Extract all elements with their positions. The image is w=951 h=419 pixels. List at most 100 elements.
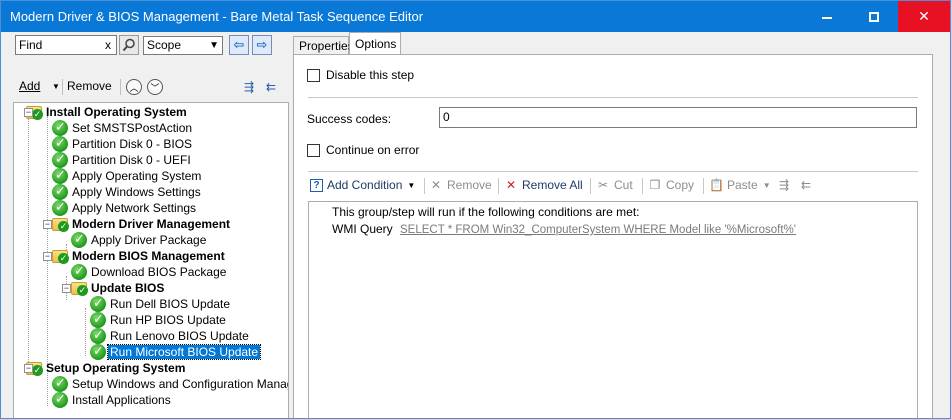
remove-all-label: Remove All	[522, 178, 583, 192]
collapse-all-button[interactable]: ⇇	[262, 78, 280, 96]
condition-query-link[interactable]: SELECT * FROM Win32_ComputerSystem WHERE…	[400, 224, 796, 236]
tree-node-label: Apply Windows Settings	[72, 185, 201, 199]
check-circle-icon	[52, 391, 68, 408]
move-down-button[interactable]: ﹀	[147, 79, 163, 95]
tree-node-setup-windows-configmgr[interactable]: Setup Windows and Configuration Manager	[52, 375, 288, 392]
tree-node-label: Run Microsoft BIOS Update	[106, 344, 262, 360]
minimize-icon	[822, 16, 832, 19]
check-circle-icon	[52, 375, 68, 392]
tree-node-apply-network-settings[interactable]: Apply Network Settings	[52, 199, 198, 216]
collapse-toggle[interactable]: −	[43, 220, 52, 229]
tree-node-label: Update BIOS	[91, 281, 165, 295]
collapse-toggle[interactable]: −	[43, 252, 52, 261]
disable-step-checkbox[interactable]	[307, 69, 320, 82]
tree-node-run-lenovo-bios-update[interactable]: Run Lenovo BIOS Update	[90, 327, 251, 344]
toolbar-divider	[498, 178, 499, 194]
close-button[interactable]: ✕	[898, 1, 950, 32]
close-icon: ✕	[918, 8, 930, 24]
tree-node-modern-driver-management[interactable]: Modern Driver Management	[52, 216, 232, 232]
tree-node-apply-driver-package[interactable]: Apply Driver Package	[71, 231, 208, 248]
tree-node-run-microsoft-bios-update[interactable]: Run Microsoft BIOS Update	[90, 343, 262, 360]
remove-button[interactable]: Remove	[67, 79, 112, 93]
group-folder-icon	[52, 217, 69, 232]
condition-row[interactable]: WMI Query SELECT * FROM Win32_ComputerSy…	[332, 222, 796, 236]
add-menu-button[interactable]: Add	[19, 79, 40, 93]
add-condition-icon: ?	[310, 178, 323, 192]
tree-node-label: Set SMSTSPostAction	[72, 121, 193, 135]
tree-node-modern-bios-management[interactable]: Modern BIOS Management	[52, 248, 227, 264]
find-field[interactable]: x	[15, 35, 117, 55]
maximize-icon	[869, 11, 879, 22]
expand-all-icon: ⇶	[243, 80, 255, 94]
add-condition-label: Add Condition	[327, 178, 403, 192]
tree-node-partition-disk-uefi[interactable]: Partition Disk 0 - UEFI	[52, 151, 193, 168]
search-button[interactable]	[119, 35, 139, 55]
arrow-right-icon: ⇨	[256, 37, 268, 52]
paste-button[interactable]: 📋 Paste ▼	[709, 178, 771, 192]
paste-label: Paste	[727, 178, 758, 192]
move-up-icon: ︿	[129, 82, 139, 93]
toolbar-divider	[590, 178, 591, 194]
tree-node-install-applications[interactable]: Install Applications	[52, 391, 173, 408]
tree-node-apply-operating-system[interactable]: Apply Operating System	[52, 167, 203, 184]
chevron-down-icon: ▼	[407, 180, 416, 190]
tree-node-label: Download BIOS Package	[91, 265, 227, 279]
tree-node-install-operating-system[interactable]: Install Operating System	[26, 104, 189, 120]
maximize-button[interactable]	[851, 1, 897, 32]
red-x-icon: ✕	[505, 178, 517, 192]
tree-node-label: Apply Driver Package	[91, 233, 207, 247]
check-circle-icon	[52, 119, 68, 136]
cut-button[interactable]: ✂ Cut	[596, 178, 633, 192]
collapse-toggle[interactable]: −	[24, 108, 33, 117]
tree-node-label: Run Lenovo BIOS Update	[110, 329, 249, 343]
find-previous-button[interactable]: ⇦	[229, 35, 249, 55]
minimize-button[interactable]	[804, 1, 850, 32]
check-circle-icon	[52, 167, 68, 184]
add-condition-button[interactable]: ? Add Condition ▼	[310, 178, 415, 192]
collapse-toggle[interactable]: −	[24, 364, 33, 373]
window-title: Modern Driver & BIOS Management - Bare M…	[10, 9, 424, 24]
check-circle-icon	[52, 135, 68, 152]
vertical-scrollbar[interactable]	[933, 32, 950, 418]
divider	[308, 171, 918, 172]
tab-options[interactable]: Options	[349, 32, 401, 55]
check-circle-icon	[90, 311, 106, 328]
clear-find-button[interactable]: x	[105, 38, 111, 52]
search-icon	[122, 38, 135, 52]
tree-node-partition-disk-bios[interactable]: Partition Disk 0 - BIOS	[52, 135, 194, 152]
tree-node-setup-operating-system[interactable]: Setup Operating System	[26, 360, 187, 376]
copy-button[interactable]: ❐ Copy	[648, 178, 694, 192]
tree-node-run-dell-bios-update[interactable]: Run Dell BIOS Update	[90, 295, 232, 312]
scope-dropdown[interactable]: Scope ▼	[143, 36, 223, 55]
success-codes-input[interactable]: 0	[439, 107, 917, 128]
find-next-button[interactable]: ⇨	[252, 35, 272, 55]
toolbar-divider	[62, 79, 63, 95]
chevron-down-icon[interactable]: ▼	[52, 82, 60, 91]
success-codes-label: Success codes:	[307, 112, 392, 126]
tree-node-update-bios[interactable]: Update BIOS	[71, 280, 166, 296]
move-down-icon: ﹀	[150, 82, 160, 93]
expand-conditions-button[interactable]: ⇶	[777, 178, 795, 192]
move-up-button[interactable]: ︿	[126, 79, 142, 95]
tree-node-label: Partition Disk 0 - BIOS	[72, 137, 193, 151]
task-sequence-tree[interactable]: Install Operating System Set SMSTSPostAc…	[13, 102, 289, 418]
find-input[interactable]	[16, 36, 94, 54]
tab-properties[interactable]: Properties	[293, 36, 354, 55]
collapse-toggle[interactable]: −	[62, 284, 71, 293]
conditions-list[interactable]: This group/step will run if the followin…	[308, 201, 918, 418]
task-sequence-panel: x Scope ▼ ⇦ ⇨ Add ▼ Remove ︿ ﹀ ⇶ ⇇	[9, 32, 289, 418]
collapse-conditions-button[interactable]: ⇇	[799, 178, 817, 192]
remove-all-button[interactable]: ✕ Remove All	[504, 178, 583, 192]
scissors-icon: ✂	[597, 178, 609, 192]
expand-all-button[interactable]: ⇶	[240, 78, 258, 96]
expand-all-icon: ⇶	[778, 178, 790, 192]
chevron-down-icon: ▼	[209, 40, 219, 51]
continue-on-error-checkbox[interactable]	[307, 144, 320, 157]
tree-node-apply-windows-settings[interactable]: Apply Windows Settings	[52, 183, 203, 200]
tree-node-run-hp-bios-update[interactable]: Run HP BIOS Update	[90, 311, 228, 328]
tree-node-set-smstspostaction[interactable]: Set SMSTSPostAction	[52, 119, 194, 136]
tree-node-label: Apply Operating System	[72, 169, 202, 183]
tree-node-download-bios-package[interactable]: Download BIOS Package	[71, 263, 228, 280]
tree-node-label: Run HP BIOS Update	[110, 313, 226, 327]
remove-condition-button[interactable]: ✕ Remove	[429, 178, 492, 192]
